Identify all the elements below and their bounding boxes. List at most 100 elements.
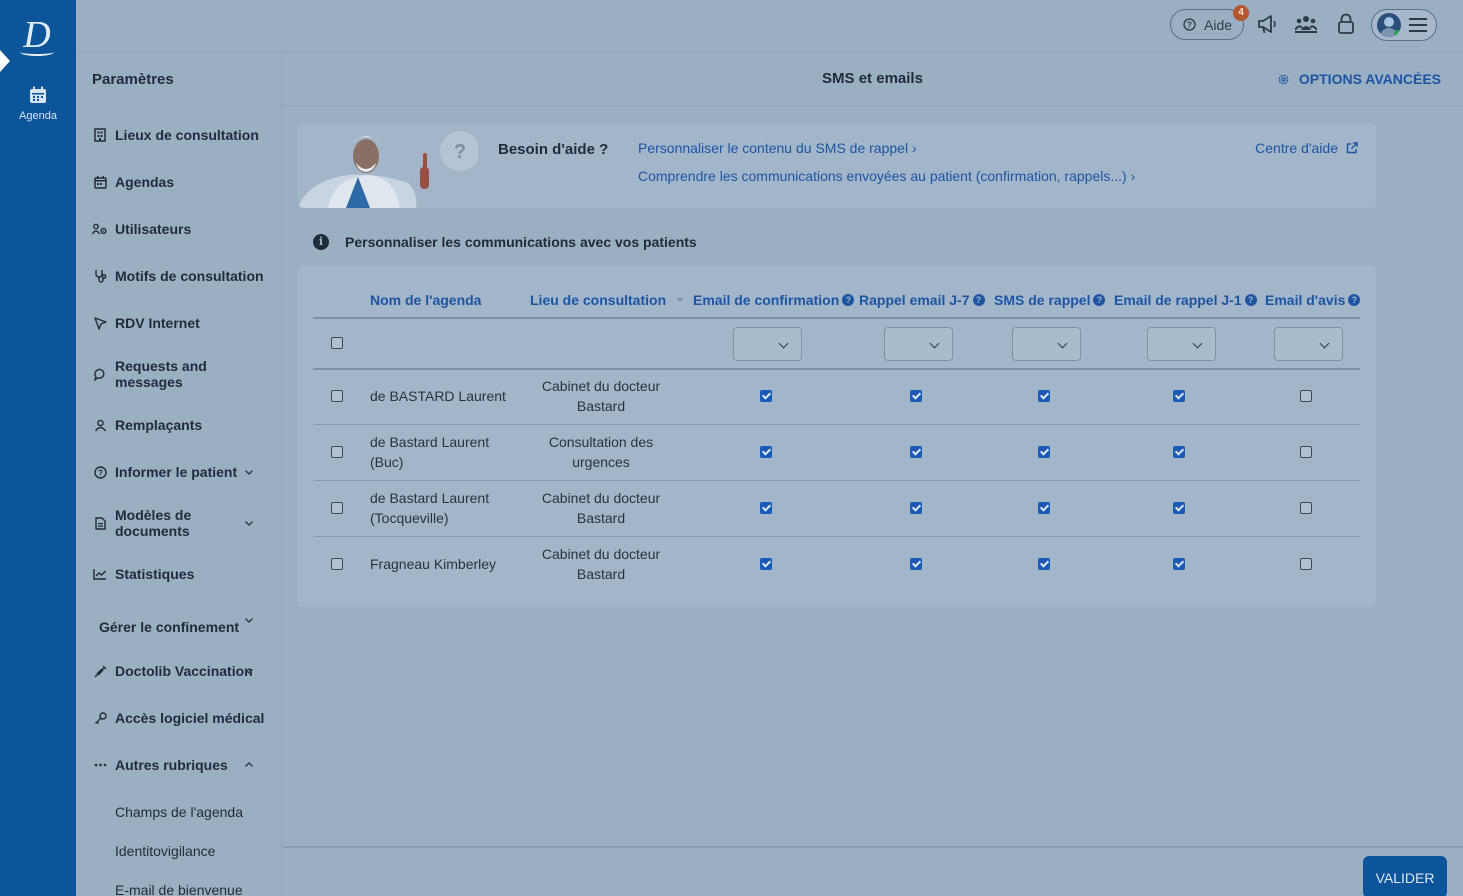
gear-icon <box>1278 74 1289 84</box>
checkbox-email-confirmation[interactable] <box>760 446 772 458</box>
sidebar-item-confinement[interactable]: Gérer le confinement <box>99 618 272 635</box>
bulk-select-sms-rappel[interactable] <box>1012 327 1081 361</box>
chevron-down-icon <box>245 618 253 623</box>
place-line: urgences <box>572 454 630 470</box>
row-checkbox[interactable] <box>331 502 343 514</box>
sidebar-item-informer[interactable]: ? Informer le patient <box>92 464 272 480</box>
cursor-icon <box>93 316 107 330</box>
checkbox-email-confirmation[interactable] <box>760 558 772 570</box>
user-menu-button[interactable] <box>1371 9 1437 41</box>
chart-icon <box>93 569 106 580</box>
rail-agenda-label: Agenda <box>19 110 57 122</box>
row-checkbox[interactable] <box>331 390 343 402</box>
checkbox-rappel-j7[interactable] <box>910 390 922 402</box>
checkbox-sms-rappel[interactable] <box>1038 390 1050 402</box>
question-icon[interactable]: ? <box>842 294 855 306</box>
sidebar-item-motifs[interactable]: Motifs de consultation <box>92 268 272 284</box>
advanced-options-button[interactable]: OPTIONS AVANCÉES <box>1277 71 1441 87</box>
checkbox-rappel-j7[interactable] <box>910 446 922 458</box>
col-header-email-avis[interactable]: Email d'avis? <box>1265 292 1361 308</box>
checkbox-email-avis[interactable] <box>1300 390 1312 402</box>
rail-agenda-link[interactable]: Agenda <box>0 86 76 122</box>
checkbox-email-avis[interactable] <box>1300 446 1312 458</box>
sidebar-subitem-champs[interactable]: Champs de l'agenda <box>115 804 243 820</box>
megaphone-icon[interactable] <box>1257 13 1277 35</box>
chevron-up-icon <box>245 762 253 767</box>
sidebar-item-lieux[interactable]: Lieux de consultation <box>92 127 272 143</box>
sidebar-item-rdv-internet[interactable]: RDV Internet <box>92 315 272 331</box>
row-checkbox[interactable] <box>331 446 343 458</box>
col-header-email-confirmation[interactable]: Email de confirmation? <box>693 292 855 308</box>
col-header-agenda[interactable]: Nom de l'agenda <box>370 292 481 308</box>
bulk-select-rappel-j7[interactable] <box>884 327 953 361</box>
checkbox-rappel-j7[interactable] <box>910 558 922 570</box>
divider <box>313 480 1360 481</box>
col-header-lieu[interactable]: Lieu de consultation <box>530 292 685 308</box>
sidebar-item-modeles[interactable]: Modèles de documents <box>92 507 272 539</box>
name-line: (Tocqueville) <box>370 510 449 526</box>
sidebar-subitem-identitovigilance[interactable]: Identitovigilance <box>115 843 215 859</box>
help-center-label: Centre d'aide <box>1255 140 1338 156</box>
page-header: SMS et emails OPTIONS AVANCÉES <box>282 52 1463 106</box>
agenda-name: Fragneau Kimberley <box>370 556 497 572</box>
question-icon[interactable]: ? <box>1348 294 1361 306</box>
help-center-link[interactable]: Centre d'aide <box>1255 140 1358 156</box>
footer-bar: VALIDER <box>282 846 1463 896</box>
checkbox-email-avis[interactable] <box>1300 558 1312 570</box>
sidebar-item-logiciel[interactable]: Accès logiciel médical <box>92 710 272 726</box>
bulk-select-rappel-j1[interactable] <box>1147 327 1216 361</box>
help-link-sms-content[interactable]: Personnaliser le contenu du SMS de rappe… <box>638 140 917 156</box>
doctor-illustration: ? <box>298 131 478 208</box>
sidebar-item-vaccination[interactable]: Doctolib Vaccination <box>92 663 272 679</box>
select-all-checkbox[interactable] <box>331 337 343 349</box>
sidebar-item-statistiques[interactable]: Statistiques <box>92 566 272 582</box>
col-header-label: Rappel email J-7 <box>859 292 970 308</box>
consultation-place: Cabinet du docteur Bastard <box>531 544 671 584</box>
doctolib-logo[interactable]: D <box>14 14 60 56</box>
question-icon[interactable]: ? <box>1244 294 1257 306</box>
help-heading: Besoin d'aide ? <box>498 141 609 158</box>
notification-badge: 4 <box>1233 5 1249 21</box>
checkbox-sms-rappel[interactable] <box>1038 558 1050 570</box>
chevron-down-icon <box>245 669 253 674</box>
col-header-rappel-j1[interactable]: Email de rappel J-1? <box>1114 292 1257 308</box>
col-header-label: Email d'avis <box>1265 292 1346 308</box>
chevron-down-icon <box>245 470 253 475</box>
checkbox-rappel-j1[interactable] <box>1173 502 1185 514</box>
checkbox-email-confirmation[interactable] <box>760 502 772 514</box>
sidebar-item-autres[interactable]: Autres rubriques <box>92 757 272 773</box>
place-line: Cabinet du docteur <box>541 490 661 506</box>
checkbox-rappel-j1[interactable] <box>1173 558 1185 570</box>
checkbox-rappel-j1[interactable] <box>1173 390 1185 402</box>
sidebar-subitem-email-bienvenue[interactable]: E-mail de bienvenue <box>115 882 243 896</box>
checkbox-rappel-j7[interactable] <box>910 502 922 514</box>
lock-icon[interactable] <box>1338 13 1354 35</box>
row-checkbox[interactable] <box>331 558 343 570</box>
col-header-rappel-j7[interactable]: Rappel email J-7? <box>859 292 985 308</box>
bulk-select-email-avis[interactable] <box>1274 327 1343 361</box>
sidebar-item-utilisateurs[interactable]: Utilisateurs <box>92 221 272 237</box>
advanced-options-label: OPTIONS AVANCÉES <box>1298 71 1441 87</box>
sidebar-item-remplacants[interactable]: Remplaçants <box>92 417 272 433</box>
col-header-sms-rappel[interactable]: SMS de rappel? <box>994 292 1106 308</box>
checkbox-rappel-j1[interactable] <box>1173 446 1185 458</box>
question-icon[interactable]: ? <box>1093 294 1106 306</box>
sidebar-item-requests[interactable]: Requests and messages <box>92 358 272 390</box>
agenda-name: de Bastard Laurent (Buc) <box>370 432 489 472</box>
checkbox-sms-rappel[interactable] <box>1038 446 1050 458</box>
consultation-place: Cabinet du docteur Bastard <box>531 376 671 416</box>
bulk-select-email-confirmation[interactable] <box>733 327 802 361</box>
sidebar-item-label: RDV Internet <box>115 315 200 331</box>
sidebar-item-agendas[interactable]: Agendas <box>92 174 272 190</box>
question-icon[interactable]: ? <box>972 294 985 306</box>
checkbox-email-avis[interactable] <box>1300 502 1312 514</box>
help-link-communications[interactable]: Comprendre les communications envoyées a… <box>638 168 1135 184</box>
checkbox-sms-rappel[interactable] <box>1038 502 1050 514</box>
settings-sidebar: Paramètres Lieux de consultation Agendas… <box>76 52 282 896</box>
info-icon: i <box>313 234 329 250</box>
team-icon[interactable] <box>1295 13 1317 35</box>
name-line: (Buc) <box>370 454 404 470</box>
submit-button[interactable]: VALIDER <box>1363 856 1447 896</box>
checkbox-email-confirmation[interactable] <box>760 390 772 402</box>
place-line: Consultation des <box>548 434 654 450</box>
